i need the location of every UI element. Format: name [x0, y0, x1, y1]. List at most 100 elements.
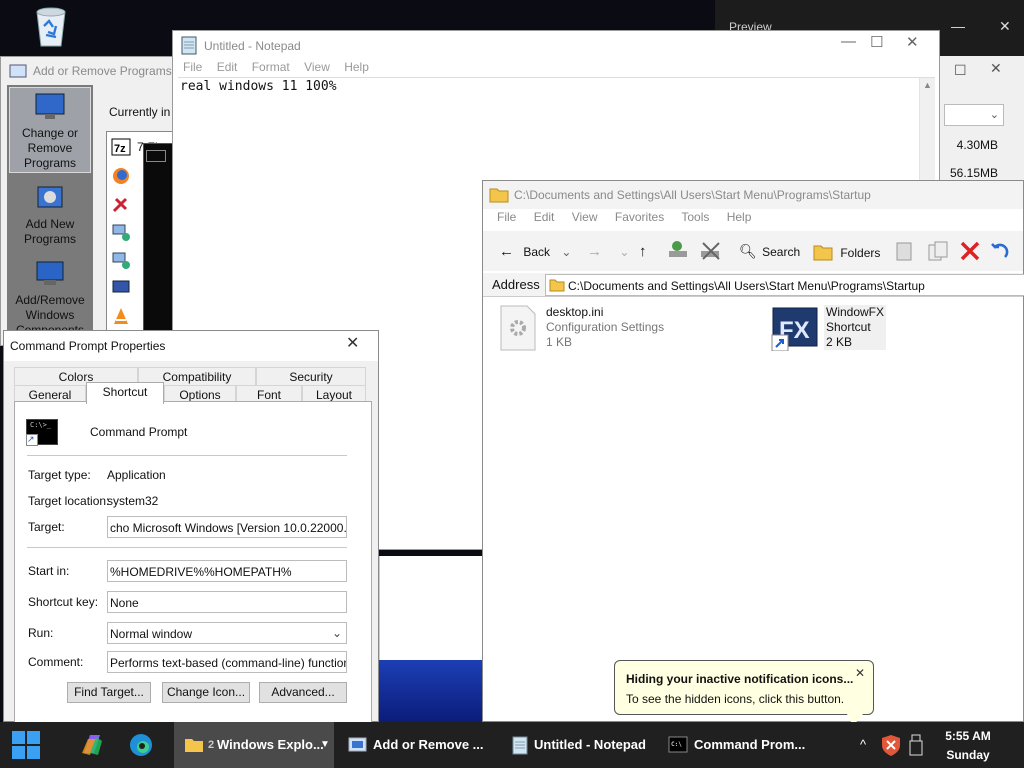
start-in-input[interactable]: %HOMEDRIVE%%HOMEPATH%: [107, 560, 347, 582]
file-type: Shortcut: [826, 320, 871, 334]
caret-down-icon: ▼: [320, 739, 330, 750]
usb-drive-icon[interactable]: [908, 733, 924, 757]
file-size: 2 KB: [826, 335, 853, 349]
editor-content[interactable]: real windows 11 100%: [180, 79, 337, 94]
windowfx-icon: FX: [771, 307, 818, 351]
network-icon: [111, 250, 133, 270]
folder-icon: [813, 245, 833, 261]
start-button[interactable]: [11, 730, 41, 760]
dialog-title: Command Prompt Properties: [10, 339, 166, 353]
minimize-icon[interactable]: —: [951, 18, 965, 34]
map-drive-icon[interactable]: [667, 239, 691, 261]
notepad-icon: [181, 36, 197, 55]
menu-help[interactable]: Help: [727, 210, 752, 224]
sidebar-label-line: Change or: [21, 126, 79, 140]
folder-icon: [489, 188, 509, 203]
up-button[interactable]: ↑: [639, 243, 647, 260]
maximize-button[interactable]: ☐: [870, 33, 883, 51]
toolbar: ← Back ⌄ → ⌄ ↑ 🔍︎ Search Folders: [483, 231, 1023, 271]
cmd-icon: C:\>_ ↗: [26, 419, 58, 446]
disconnect-drive-icon[interactable]: [699, 239, 723, 261]
show-hidden-icons-button[interactable]: ^: [860, 722, 878, 768]
address-input[interactable]: C:\Documents and Settings\All Users\Star…: [545, 274, 1024, 296]
menu-edit[interactable]: Edit: [217, 60, 238, 74]
cd-box-icon: [37, 186, 63, 208]
find-target-button[interactable]: Find Target...: [67, 682, 151, 703]
balloon-heading: Hiding your inactive notification icons.…: [626, 672, 854, 686]
notepad-icon: [512, 736, 528, 755]
sidebar-label-line: Remove: [27, 141, 73, 155]
back-label: Back: [523, 245, 551, 259]
balloon-close-button[interactable]: ✕: [855, 666, 865, 680]
add-new-programs-button[interactable]: Add New Programs: [9, 183, 91, 247]
tab-security[interactable]: Security: [256, 367, 366, 385]
menu-tools[interactable]: Tools: [681, 210, 709, 224]
move-to-icon[interactable]: [893, 240, 915, 262]
target-input[interactable]: cho Microsoft Windows [Version 10.0.2200…: [107, 516, 347, 538]
taskbar-item-windows-explorer[interactable]: 2 Windows Explo... ▼: [174, 722, 334, 768]
delete-icon[interactable]: [959, 240, 981, 262]
add-remove-windows-components-button[interactable]: Add/Remove Windows Components: [9, 259, 91, 337]
close-icon[interactable]: ✕: [999, 18, 1011, 35]
divider: [27, 547, 347, 548]
comment-label: Comment:: [28, 655, 84, 669]
close-button[interactable]: ✕: [906, 33, 919, 51]
menu-favorites[interactable]: Favorites: [615, 210, 664, 224]
recycle-bin-icon[interactable]: [30, 4, 72, 48]
search-button[interactable]: 🔍︎ Search: [739, 243, 800, 260]
file-size: 1 KB: [546, 335, 573, 349]
taskbar-item-add-remove[interactable]: Add or Remove ...: [338, 722, 494, 768]
close-icon[interactable]: ✕: [990, 60, 1002, 77]
close-button[interactable]: ✕: [346, 333, 359, 353]
shortcut-key-input[interactable]: None: [107, 591, 347, 613]
file-item-windowfx[interactable]: FX WindowFX Shortcut 2 KB: [771, 305, 887, 351]
back-button[interactable]: ← Back ⌄: [499, 243, 571, 260]
run-select[interactable]: Normal window ⌄: [107, 622, 347, 644]
menu-file[interactable]: File: [183, 60, 202, 74]
menu-file[interactable]: File: [497, 210, 516, 224]
clock[interactable]: 5:55 AM Sunday: [942, 727, 994, 765]
settings-file-icon: [500, 305, 536, 351]
tab-shortcut[interactable]: Shortcut: [86, 382, 164, 404]
taskbar-item-command-prompt[interactable]: C:\ Command Prom...: [658, 722, 808, 768]
programs-icon: [9, 64, 27, 78]
forward-button[interactable]: → ⌄: [587, 243, 629, 260]
clock-day: Sunday: [946, 748, 990, 762]
minimize-button[interactable]: —: [841, 33, 856, 50]
menu-bar: File Edit View Favorites Tools Help: [497, 210, 765, 224]
background-window: [379, 556, 482, 660]
run-label: Run:: [28, 626, 54, 640]
comment-input[interactable]: Performs text-based (command-line) funct…: [107, 651, 347, 673]
command-prompt-properties-dialog: Command Prompt Properties ✕ Colors Compa…: [3, 330, 379, 723]
explorer-window: C:\Documents and Settings\All Users\Star…: [482, 180, 1024, 722]
window-title: Untitled - Notepad: [204, 39, 301, 53]
copy-to-icon[interactable]: [927, 240, 949, 262]
advanced-button[interactable]: Advanced...: [259, 682, 347, 703]
change-remove-programs-button[interactable]: Change or Remove Programs: [9, 87, 91, 173]
copilot-icon[interactable]: [78, 731, 106, 759]
change-icon-button[interactable]: Change Icon...: [162, 682, 250, 703]
menu-view[interactable]: View: [304, 60, 330, 74]
file-item-desktop-ini[interactable]: desktop.ini Configuration Settings 1 KB: [499, 305, 664, 351]
maximize-icon[interactable]: ☐: [954, 62, 967, 79]
shield-icon[interactable]: [880, 733, 902, 757]
undo-icon[interactable]: [989, 239, 1011, 261]
menu-view[interactable]: View: [572, 210, 598, 224]
target-label: Target:: [28, 520, 65, 534]
menu-bar: File Edit Format View Help: [183, 60, 380, 74]
menu-format[interactable]: Format: [252, 60, 290, 74]
taskbar-item-notepad[interactable]: Untitled - Notepad: [500, 722, 654, 768]
shortcut-key-label: Shortcut key:: [28, 595, 99, 609]
folders-button[interactable]: Folders: [813, 243, 880, 261]
notification-balloon[interactable]: Hiding your inactive notification icons.…: [614, 660, 874, 726]
scroll-up-icon[interactable]: ▲: [920, 80, 935, 90]
sort-dropdown[interactable]: ⌄: [944, 104, 1004, 126]
window-count: 2: [208, 739, 215, 751]
balloon-body: To see the hidden icons, click this butt…: [626, 692, 845, 706]
shortcut-name: Command Prompt: [90, 425, 188, 439]
menu-edit[interactable]: Edit: [534, 210, 555, 224]
taskbar: 2 Windows Explo... ▼ Add or Remove ... U…: [0, 722, 1024, 768]
svg-text:C:\: C:\: [671, 741, 682, 748]
edge-icon[interactable]: [128, 732, 154, 758]
menu-help[interactable]: Help: [344, 60, 369, 74]
